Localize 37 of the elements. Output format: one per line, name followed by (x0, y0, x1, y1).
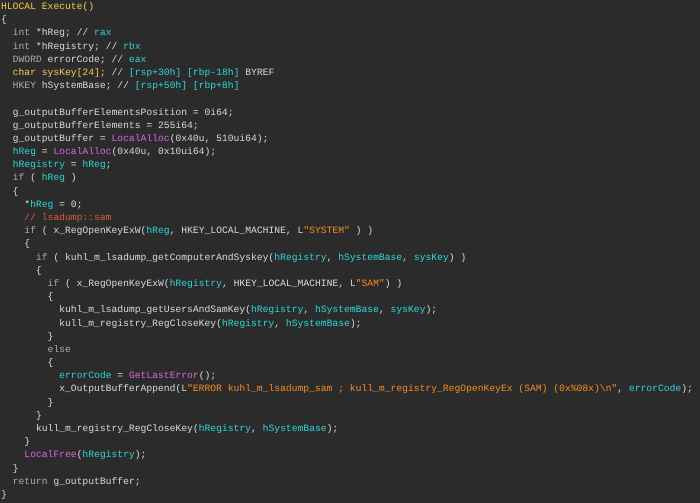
code-line: int *hReg; // rax (12, 26, 112, 40)
code-line: errorCode = GetLastError(); (58, 369, 216, 382)
code-line: g_outputBufferElementsPosition = 0i64; (12, 106, 234, 119)
code-line: kull_m_registry_RegCloseKey(hRegistry, hSystemBase); (34, 422, 338, 436)
code-line: x_OutputBufferAppend(L"ERROR kuhl_m_lsadump_sam ; kull_m_registry_RegOpenKeyEx (SAM) (0x%08x)\n", errorCode); (58, 382, 693, 396)
code-line: HKEY hSystemBase; // [rsp+50h] [rbp+8h] (12, 79, 240, 92)
code-line: { (34, 264, 42, 277)
code-line: { (46, 356, 54, 370)
code-line: g_outputBuffer = LocalAlloc(0x40u, 510ui64); (12, 132, 268, 146)
code-line: kuhl_m_lsadump_getUsersAndSamKey(hRegistry, hSystemBase, sysKey); (58, 303, 438, 316)
code-line: } (34, 408, 42, 422)
code-line: kull_m_registry_RegCloseKey(hRegistry, hSystemBase); (58, 316, 362, 330)
code-line: { (1, 13, 7, 26)
code-line: int *hRegistry; // rbx (12, 40, 141, 53)
code-line: if ( x_RegOpenKeyExW(hReg, HKEY_LOCAL_MACHINE, L"SYSTEM" ) ) (23, 224, 374, 238)
code-line: hRegistry = hReg; (12, 158, 112, 172)
code-line: DWORD errorCode; // eax (12, 52, 146, 66)
code-line: HLOCAL Execute() (1, 0, 94, 14)
code-line: return g_outputBuffer; (12, 474, 141, 488)
code-line: { (12, 184, 18, 198)
code-line: if ( kuhl_m_lsadump_getComputerAndSyskey(hRegistry, hSystemBase, sysKey) ) (34, 250, 466, 264)
code-line: g_outputBufferElements = 255i64; (12, 118, 199, 132)
code-line: { (46, 290, 54, 304)
code-line: { (23, 237, 30, 251)
code-line: } (1, 488, 7, 502)
code-line: if ( hReg ) (12, 171, 77, 185)
code-line: } (12, 462, 18, 475)
code-line: hReg = LocalAlloc(0x40u, 0x10ui64); (12, 145, 216, 158)
code-line: *hReg = 0; (23, 198, 82, 211)
code-line: } (46, 330, 54, 343)
code-line: else (46, 342, 71, 356)
code-line: // lsadump::sam (23, 211, 112, 224)
code-line: if ( x_RegOpenKeyExW(hRegistry, HKEY_LOCAL_MACHINE, L"SAM") ) (46, 276, 402, 290)
code-line: } (23, 435, 30, 448)
code-line: char sysKey[24]; // [rsp+30h] [rbp-18h] BYREF (12, 66, 274, 80)
code-line: } (46, 396, 54, 409)
code-line: LocalFree(hRegistry); (23, 448, 146, 462)
